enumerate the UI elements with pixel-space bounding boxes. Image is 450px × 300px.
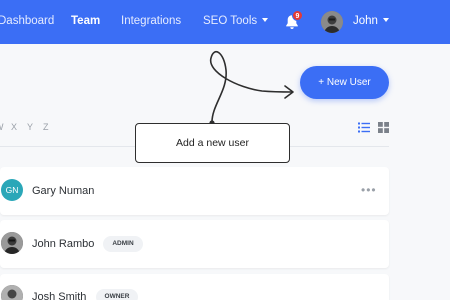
nav-dashboard[interactable]: Dashboard — [0, 15, 54, 27]
avatar: GN — [1, 179, 23, 201]
nav-seo-tools[interactable]: SEO Tools — [203, 15, 269, 27]
chevron-down-icon — [262, 18, 269, 22]
user-avatar[interactable] — [321, 11, 343, 33]
chevron-down-icon — [382, 18, 389, 22]
alphabet-filter: WXYZ — [0, 122, 59, 132]
alpha-w[interactable]: W — [0, 122, 11, 132]
grid-view-icon[interactable] — [378, 122, 389, 133]
role-badge: ADMIN — [103, 236, 143, 252]
top-navbar: Dashboard Team Integrations SEO Tools 9 … — [0, 0, 450, 44]
nav-integrations[interactable]: Integrations — [121, 15, 181, 27]
nav-team[interactable]: Team — [71, 15, 100, 27]
member-name[interactable]: Gary Numan — [32, 185, 94, 197]
alpha-z[interactable]: Z — [43, 122, 59, 132]
notification-count-badge: 9 — [292, 10, 303, 21]
more-options-icon[interactable]: ••• — [361, 184, 377, 196]
user-menu[interactable]: John — [353, 15, 389, 27]
new-user-button[interactable]: + New User — [300, 66, 389, 99]
avatar — [1, 232, 23, 254]
user-name: John — [353, 15, 378, 27]
alpha-x[interactable]: X — [11, 122, 27, 132]
member-name[interactable]: Josh Smith — [32, 291, 86, 300]
member-name[interactable]: John Rambo — [32, 238, 94, 250]
role-badge: OWNER — [96, 289, 138, 300]
avatar — [1, 285, 23, 300]
nav-seo-tools-label: SEO Tools — [203, 15, 258, 27]
tooltip: Add a new user — [135, 123, 290, 163]
list-view-icon[interactable] — [358, 122, 370, 133]
alpha-y[interactable]: Y — [27, 122, 43, 132]
